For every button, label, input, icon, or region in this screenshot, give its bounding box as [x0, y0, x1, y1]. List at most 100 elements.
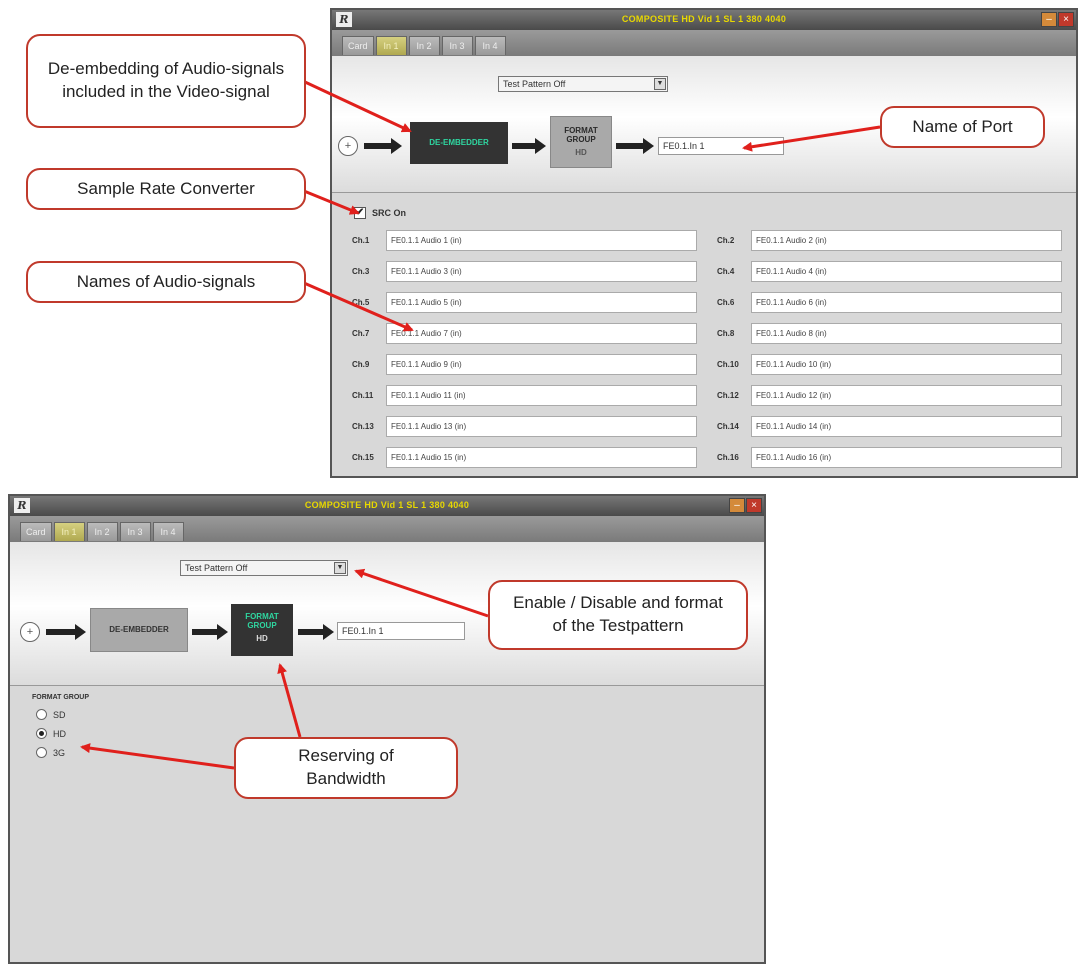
tab-in-1[interactable]: In 1 — [53, 522, 85, 541]
callout-bandwidth: Reserving of Bandwidth — [234, 737, 458, 799]
flow-arrow-icon — [192, 624, 228, 640]
callout-deembedding: De-embedding of Audio-signals included i… — [26, 34, 306, 128]
test-pattern-select[interactable]: Test Pattern Off ▼ — [498, 76, 668, 92]
checkbox-checked-icon[interactable]: ✔ — [354, 207, 366, 219]
tab-in-2[interactable]: In 2 — [408, 36, 440, 55]
channel-name-input[interactable]: FE0.1.1 Audio 5 (in) — [386, 292, 697, 313]
channel-name-input[interactable]: FE0.1.1 Audio 6 (in) — [751, 292, 1062, 313]
radio-hd[interactable]: HD — [36, 728, 66, 739]
add-icon[interactable]: + — [20, 622, 40, 642]
flow-arrow-icon — [616, 138, 654, 154]
format-group-block[interactable]: FORMAT GROUP HD — [231, 604, 293, 656]
channel-label: Ch.2 — [717, 236, 735, 245]
format-group-sub: HD — [256, 634, 268, 643]
tab-in-4[interactable]: In 4 — [152, 522, 184, 541]
tab-in-2[interactable]: In 2 — [86, 522, 118, 541]
chevron-down-icon: ▼ — [334, 562, 346, 574]
flow-arrow-icon — [298, 624, 334, 640]
channel-name-input[interactable]: FE0.1.1 Audio 7 (in) — [386, 323, 697, 344]
channel-label: Ch.10 — [717, 360, 739, 369]
tab-card[interactable]: Card — [342, 36, 374, 55]
window-composite-top: R COMPOSITE HD Vid 1 SL 1 380 4040 – × C… — [330, 8, 1078, 478]
test-pattern-select[interactable]: Test Pattern Off ▼ — [180, 560, 348, 576]
format-group-title: FORMAT GROUP — [32, 694, 90, 701]
de-embedder-block[interactable]: DE-EMBEDDER — [90, 608, 188, 652]
channel-name-input[interactable]: FE0.1.1 Audio 4 (in) — [751, 261, 1062, 282]
tab-in-1[interactable]: In 1 — [375, 36, 407, 55]
radio-label: 3G — [53, 747, 66, 758]
window-title: COMPOSITE HD Vid 1 SL 1 380 4040 — [621, 14, 787, 24]
channel-name-input[interactable]: FE0.1.1 Audio 14 (in) — [751, 416, 1062, 437]
radio-button-icon[interactable] — [36, 709, 47, 720]
channel-label: Ch.15 — [352, 453, 374, 462]
channel-row: Ch.11 FE0.1.1 Audio 11 (in) — [352, 385, 697, 406]
de-embedder-block[interactable]: DE-EMBEDDER — [410, 122, 508, 164]
radio-3g[interactable]: 3G — [36, 747, 65, 758]
channel-label: Ch.3 — [352, 267, 370, 276]
channel-name-input[interactable]: FE0.1.1 Audio 2 (in) — [751, 230, 1062, 251]
radio-button-icon[interactable] — [36, 747, 47, 758]
tab-in-3[interactable]: In 3 — [441, 36, 473, 55]
title-bar[interactable]: R COMPOSITE HD Vid 1 SL 1 380 4040 – × — [332, 10, 1076, 30]
channel-grid: Ch.1 FE0.1.1 Audio 1 (in) Ch.2 FE0.1.1 Audi… — [352, 230, 1067, 468]
callout-audio-names: Names of Audio-signals — [26, 261, 306, 303]
callout-sample-rate: Sample Rate Converter — [26, 168, 306, 210]
title-bar[interactable]: R COMPOSITE HD Vid 1 SL 1 380 4040 – × — [10, 496, 764, 516]
flow-arrow-icon — [46, 624, 86, 640]
radio-button-selected-icon[interactable] — [36, 728, 47, 739]
format-group-block[interactable]: FORMAT GROUP HD — [550, 116, 612, 168]
channel-row: Ch.8 FE0.1.1 Audio 8 (in) — [717, 323, 1062, 344]
channel-name-input[interactable]: FE0.1.1 Audio 1 (in) — [386, 230, 697, 251]
channel-label: Ch.11 — [352, 391, 374, 400]
tab-in-4[interactable]: In 4 — [474, 36, 506, 55]
channel-name-input[interactable]: FE0.1.1 Audio 15 (in) — [386, 447, 697, 468]
channel-name-input[interactable]: FE0.1.1 Audio 12 (in) — [751, 385, 1062, 406]
minimize-icon[interactable]: – — [729, 498, 745, 513]
channel-name-input[interactable]: FE0.1.1 Audio 8 (in) — [751, 323, 1062, 344]
channel-row: Ch.5 FE0.1.1 Audio 5 (in) — [352, 292, 697, 313]
channel-label: Ch.6 — [717, 298, 735, 307]
channel-row: Ch.6 FE0.1.1 Audio 6 (in) — [717, 292, 1062, 313]
callout-testpattern: Enable / Disable and format of the Testp… — [488, 580, 748, 650]
format-group-label: FORMAT GROUP — [245, 612, 279, 630]
channel-row: Ch.14 FE0.1.1 Audio 14 (in) — [717, 416, 1062, 437]
channel-label: Ch.12 — [717, 391, 739, 400]
channel-label: Ch.1 — [352, 236, 370, 245]
channel-label: Ch.13 — [352, 422, 374, 431]
port-name-input[interactable]: FE0.1.In 1 — [658, 137, 784, 155]
channel-label: Ch.9 — [352, 360, 370, 369]
add-icon[interactable]: + — [338, 136, 358, 156]
close-icon[interactable]: × — [1058, 12, 1074, 27]
channel-label: Ch.7 — [352, 329, 370, 338]
tab-bar: Card In 1 In 2 In 3 In 4 — [332, 30, 1076, 56]
tab-card[interactable]: Card — [20, 522, 52, 541]
channel-label: Ch.14 — [717, 422, 739, 431]
minimize-icon[interactable]: – — [1041, 12, 1057, 27]
radio-sd[interactable]: SD — [36, 709, 66, 720]
src-label: SRC On — [372, 208, 407, 218]
src-toggle[interactable]: ✔ SRC On — [354, 207, 406, 219]
channel-name-input[interactable]: FE0.1.1 Audio 16 (in) — [751, 447, 1062, 468]
channel-label: Ch.5 — [352, 298, 370, 307]
flow-arrow-icon — [364, 138, 402, 154]
channel-label: Ch.16 — [717, 453, 739, 462]
channel-name-input[interactable]: FE0.1.1 Audio 3 (in) — [386, 261, 697, 282]
channel-row: Ch.1 FE0.1.1 Audio 1 (in) — [352, 230, 697, 251]
format-group-sub: HD — [575, 148, 587, 157]
format-group-label: FORMAT GROUP — [564, 126, 598, 144]
channel-name-input[interactable]: FE0.1.1 Audio 13 (in) — [386, 416, 697, 437]
channel-name-input[interactable]: FE0.1.1 Audio 10 (in) — [751, 354, 1062, 375]
tab-in-3[interactable]: In 3 — [119, 522, 151, 541]
close-icon[interactable]: × — [746, 498, 762, 513]
channel-name-input[interactable]: FE0.1.1 Audio 9 (in) — [386, 354, 697, 375]
callout-port-name: Name of Port — [880, 106, 1045, 148]
channel-label: Ch.8 — [717, 329, 735, 338]
test-pattern-value: Test Pattern Off — [503, 79, 566, 89]
channel-name-input[interactable]: FE0.1.1 Audio 11 (in) — [386, 385, 697, 406]
port-name-input[interactable]: FE0.1.In 1 — [337, 622, 465, 640]
channel-row: Ch.2 FE0.1.1 Audio 2 (in) — [717, 230, 1062, 251]
flow-arrow-icon — [512, 138, 546, 154]
channel-label: Ch.4 — [717, 267, 735, 276]
window-composite-bottom: R COMPOSITE HD Vid 1 SL 1 380 4040 – × C… — [8, 494, 766, 964]
channel-row: Ch.12 FE0.1.1 Audio 12 (in) — [717, 385, 1062, 406]
